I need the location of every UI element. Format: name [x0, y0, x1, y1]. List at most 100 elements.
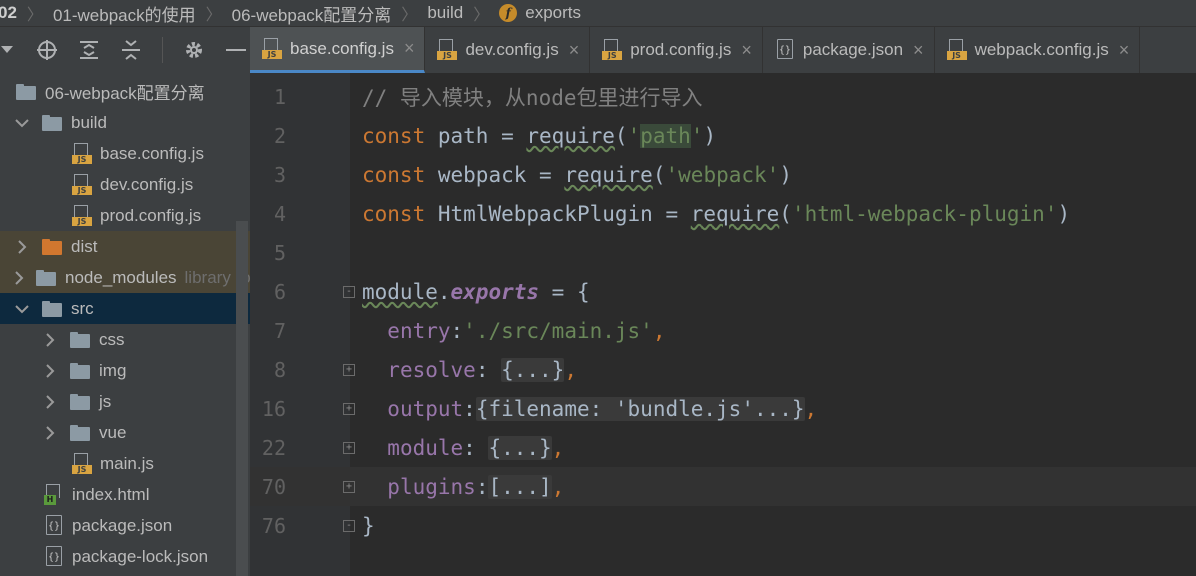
keyword-const: const — [362, 201, 426, 226]
tree-item-package-lock-json[interactable]: {} package-lock.json — [0, 541, 250, 572]
tree-item-build[interactable]: build — [0, 107, 250, 138]
breadcrumb-separator: 〉 — [473, 7, 490, 24]
breadcrumb-item-2[interactable]: 06-webpack配置分离 — [232, 1, 392, 26]
line-number: 76 — [261, 513, 286, 538]
dropdown-icon[interactable] — [0, 39, 14, 61]
tree-item-main-js[interactable]: JS main.js — [0, 448, 250, 479]
expand-fold-icon[interactable]: + — [343, 403, 355, 415]
tree-item-package-json[interactable]: {} package.json — [0, 510, 250, 541]
tree-item-dist[interactable]: dist — [0, 231, 250, 262]
chevron-right-icon[interactable] — [42, 425, 58, 441]
tree-item-label: img — [99, 360, 127, 380]
breadcrumb-item-0[interactable]: 02 — [0, 3, 17, 23]
close-icon[interactable]: × — [404, 38, 415, 59]
fold-icon[interactable]: - — [343, 286, 355, 298]
js-file-icon: JS — [72, 452, 92, 475]
tab-webpack-config[interactable]: JS webpack.config.js × — [935, 27, 1141, 73]
chevron-right-icon[interactable] — [42, 363, 58, 379]
chevron-right-icon[interactable] — [14, 239, 30, 255]
close-icon[interactable]: × — [741, 40, 752, 61]
tree-item-src[interactable]: src — [0, 293, 250, 324]
identifier: webpack — [437, 162, 527, 187]
chevron-right-icon[interactable] — [42, 394, 58, 410]
line-number: 6 — [273, 279, 286, 304]
folded-block[interactable]: [...] — [488, 474, 552, 499]
tree-item-vue[interactable]: vue — [0, 417, 250, 448]
minimize-icon[interactable] — [225, 39, 247, 61]
tab-dev-config[interactable]: JS dev.config.js × — [425, 27, 591, 73]
identifier: module — [362, 279, 438, 304]
tab-label: prod.config.js — [630, 40, 732, 59]
close-icon[interactable]: × — [1119, 40, 1130, 61]
breadcrumb-item-3[interactable]: build — [427, 3, 463, 23]
breadcrumb-separator: 〉 — [26, 7, 43, 24]
tab-label: base.config.js — [290, 38, 394, 58]
tree-item-img[interactable]: img — [0, 355, 250, 386]
expand-fold-icon[interactable]: + — [343, 364, 355, 376]
tree-item-prod-config[interactable]: JS prod.config.js — [0, 200, 250, 231]
code-line: 1 // 导入模块，从node包里进行导入 — [250, 77, 1196, 116]
folded-block[interactable]: {...} — [488, 435, 552, 460]
tree-item-label: base.config.js — [100, 143, 204, 163]
string-literal: './src/main.js' — [463, 318, 653, 343]
line-number: 70 — [261, 474, 286, 499]
code-line: 16 + output:{filename: 'bundle.js'...}, — [250, 389, 1196, 428]
code-editor[interactable]: 1 // 导入模块，从node包里进行导入 2 const path = req… — [250, 73, 1196, 576]
js-file-icon: JS — [946, 39, 967, 61]
string-literal: webpack — [678, 162, 767, 187]
property: exports — [450, 279, 540, 304]
chevron-right-icon[interactable] — [14, 270, 24, 286]
identifier: HtmlWebpackPlugin — [437, 201, 653, 226]
tree-item-base-config[interactable]: JS base.config.js — [0, 138, 250, 169]
gear-icon[interactable] — [183, 39, 205, 61]
tree-item-label: vue — [99, 422, 127, 442]
code-line: 22 + module: {...}, — [250, 428, 1196, 467]
code-comment: // 导入模块，从node包里进行导入 — [362, 85, 703, 110]
chevron-down-icon[interactable] — [14, 115, 30, 131]
tab-prod-config[interactable]: JS prod.config.js × — [590, 27, 763, 73]
breadcrumb-item-label: exports — [525, 3, 581, 22]
locate-file-icon[interactable] — [36, 39, 58, 61]
tree-item-node-modules[interactable]: node_modules library root — [0, 262, 250, 293]
chevron-right-icon[interactable] — [42, 332, 58, 348]
code-line: 5 — [250, 233, 1196, 272]
code-line: 8 + resolve: {...}, — [250, 350, 1196, 389]
code-line: 76 - } — [250, 506, 1196, 545]
json-file-icon: {} — [775, 39, 795, 61]
tree-item-index-html[interactable]: H index.html — [0, 479, 250, 510]
js-file-icon: JS — [72, 142, 92, 165]
tree-item-label: index.html — [72, 484, 150, 504]
line-number: 2 — [273, 123, 286, 148]
tree-item-js[interactable]: js — [0, 386, 250, 417]
expand-all-icon[interactable] — [78, 39, 100, 61]
sidebar-scrollbar[interactable] — [236, 221, 248, 576]
tab-base-config[interactable]: JS base.config.js × — [250, 27, 426, 73]
chevron-down-icon[interactable] — [14, 301, 30, 317]
folded-block[interactable]: {filename: 'bundle.js'...} — [475, 396, 805, 421]
keyword-const: const — [362, 123, 426, 148]
collapse-all-icon[interactable] — [120, 39, 142, 61]
folded-block[interactable]: {...} — [501, 357, 565, 382]
function-call: require — [526, 123, 615, 148]
operator: = — [488, 123, 527, 148]
expand-fold-icon[interactable]: + — [343, 442, 355, 454]
tree-item-label: css — [99, 329, 125, 349]
folder-icon — [42, 300, 62, 317]
js-file-icon: JS — [602, 39, 623, 61]
object-key: module — [387, 435, 464, 460]
js-file-icon: JS — [72, 173, 92, 196]
tab-package-json[interactable]: {} package.json × — [763, 27, 935, 73]
fold-icon[interactable]: - — [343, 520, 355, 532]
close-icon[interactable]: × — [569, 40, 580, 61]
expand-fold-icon[interactable]: + — [343, 481, 355, 493]
breadcrumb-item-4[interactable]: f exports — [499, 3, 581, 23]
breadcrumb-item-1[interactable]: 01-webpack的使用 — [53, 1, 196, 26]
tree-item-label: dev.config.js — [100, 174, 194, 194]
tree-item-dev-config[interactable]: JS dev.config.js — [0, 169, 250, 200]
tree-item-label: dist — [71, 236, 98, 256]
close-icon[interactable]: × — [913, 40, 924, 61]
json-file-icon: {} — [44, 514, 64, 537]
line-number: 8 — [273, 357, 286, 382]
tree-item-root[interactable]: 06-webpack配置分离 — [0, 76, 250, 107]
tree-item-css[interactable]: css — [0, 324, 250, 355]
